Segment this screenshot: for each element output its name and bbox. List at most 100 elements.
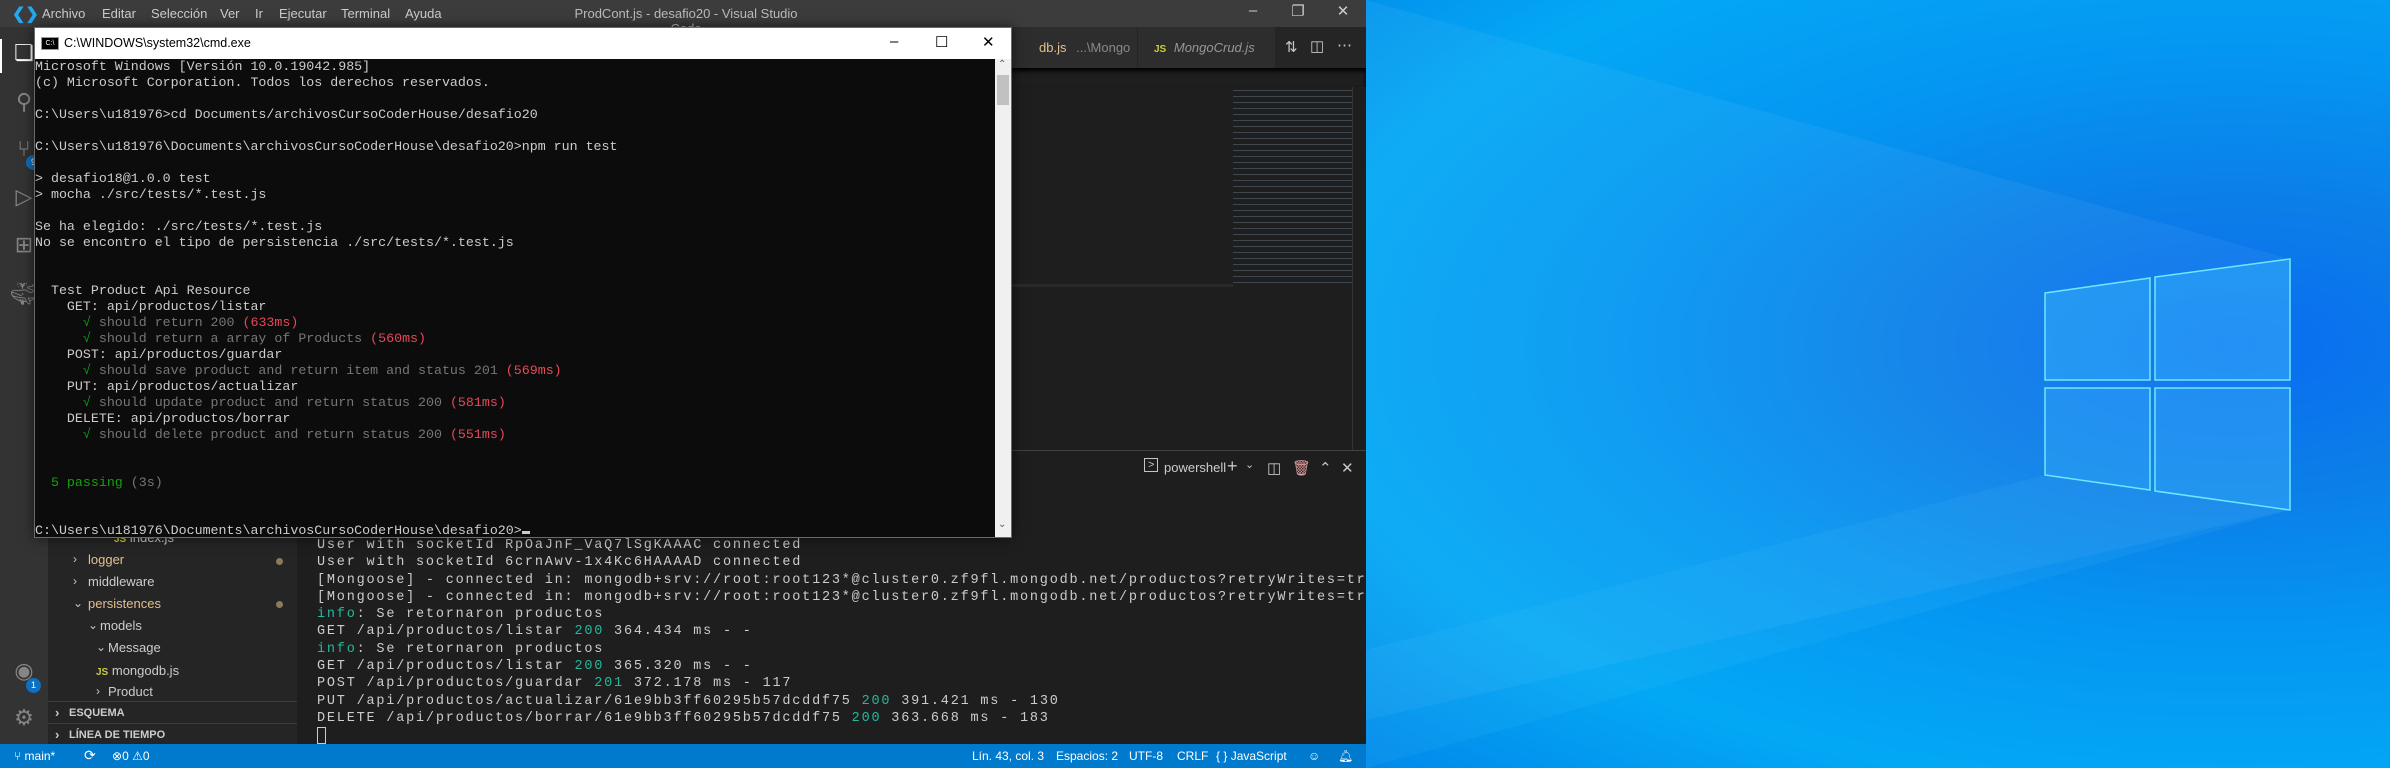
terminal-text: : Se retornaron productos [356,607,605,623]
trash-icon[interactable]: 🗑︎ [1292,459,1311,477]
terminal-text: 200 [574,624,605,640]
encoding[interactable]: UTF-8 [1129,749,1163,763]
terminal-output[interactable]: User with socketId RpOaJnF_VaQ7lSgKAAAC … [317,537,1366,746]
language-mode[interactable]: { } JavaScript [1216,749,1287,763]
cmd-scroll-thumb[interactable] [997,75,1009,105]
branch-status[interactable]: ⑂ main* [14,749,55,763]
problems-status[interactable]: ⊗0 ⚠0 [112,749,150,763]
tab-path: ...\Mongo [1076,40,1131,55]
tree-item-label: Product [108,684,153,699]
section-esquema[interactable]: › ESQUEMA [48,701,297,724]
close-button[interactable]: ✕ [1328,2,1358,24]
cmd-line: √ should return 200 (633ms) [35,315,618,331]
compare-changes-icon[interactable]: ⇅ [1285,38,1298,56]
cmd-minimize-button[interactable]: – [890,33,898,50]
cmd-text: should return 200 [90,315,235,330]
cmd-line: ​ [35,443,618,459]
cmd-text: C:\Users\u181976>cd Documents/archivosCu… [35,107,538,122]
feedback-icon[interactable]: ☺ [1308,749,1320,763]
cmd-line: PUT: api/productos/actualizar [35,379,618,395]
modified-dot [276,558,283,565]
notifications-bell-icon[interactable]: 🔔︎ [1338,749,1353,763]
cmd-close-button[interactable]: ✕ [982,33,995,51]
cmd-line: > mocha ./src/tests/*.test.js [35,187,618,203]
terminal-line: User with socketId 6crnAwv-1x4Kc6HAAAAD … [317,554,1366,571]
cmd-line: > desafio18@1.0.0 test [35,171,618,187]
chevron-right-icon: › [55,705,60,720]
cmd-text: C:\Users\u181976\Documents\archivosCurso… [35,523,522,537]
tree-folder-product[interactable]: › Product [96,684,153,699]
terminal-text: 201 [594,676,624,692]
menu-terminal[interactable]: Terminal [341,6,390,21]
tree-item-label: models [100,618,142,633]
cmd-line: ​ [35,203,618,219]
tree-folder-models[interactable]: ⌄ models [88,618,142,633]
terminal-shell-selector[interactable]: powershell [1164,460,1226,475]
cmd-title-bar[interactable]: C:\ C:\WINDOWS\system32\cmd.exe – ☐ ✕ [35,28,1011,59]
maximize-button[interactable]: ❐ [1283,2,1313,24]
terminal-line: GET /api/productos/listar 200 365.320 ms… [317,658,1366,675]
scroll-up-arrow-icon[interactable]: ⌃ [998,59,1006,70]
tree-folder-logger[interactable]: › logger [73,552,124,567]
cmd-text: √ [35,331,91,346]
cmd-console[interactable]: Microsoft Windows [Versión 10.0.19042.98… [35,59,995,537]
cmd-text: should update product and return status … [90,395,442,410]
chevron-down-icon: ⌄ [73,596,84,610]
cmd-window: C:\ C:\WINDOWS\system32\cmd.exe – ☐ ✕ Mi… [34,27,1012,538]
section-linea-de-tiempo[interactable]: › LÍNEA DE TIEMPO [48,723,297,746]
cmd-scrollbar[interactable]: ⌃ ⌄ [995,59,1011,537]
indentation[interactable]: Espacios: 2 [1056,749,1118,763]
terminal-prompt-line [317,727,1366,745]
terminal-cursor [317,727,326,745]
menu-ayuda[interactable]: Ayuda [405,6,442,21]
account-badge: 1 [26,678,41,693]
sync-icon[interactable]: ⟳ [84,747,96,764]
terminal-text: POST /api/productos/guardar [317,676,595,692]
tree-folder-persistences[interactable]: ⌄ persistences [73,596,161,611]
terminal-text: [Mongoose] - connected in: mongodb+srv:/… [317,572,1366,588]
minimize-button[interactable]: – [1238,2,1268,24]
cmd-text: (551ms) [441,427,506,442]
chevron-right-icon: › [55,727,60,742]
cmd-line: ​ [35,459,618,475]
chevron-down-icon: ⌄ [88,618,99,632]
terminal-text: GET /api/productos/listar [317,659,575,675]
cmd-line: √ should return a array of Products (560… [35,331,618,347]
minimap[interactable] [1233,87,1352,285]
menu-ver[interactable]: Ver [220,6,240,21]
scroll-down-arrow-icon[interactable]: ⌄ [998,519,1006,530]
cmd-text: > mocha ./src/tests/*.test.js [35,187,267,202]
end-of-line[interactable]: CRLF [1177,749,1208,763]
cmd-output: Microsoft Windows [Versión 10.0.19042.98… [35,59,618,537]
menu-seleccion[interactable]: Selección [151,6,207,21]
cmd-line: ​ [35,91,618,107]
tree-item-label: Message [108,640,161,655]
close-panel-icon[interactable]: ✕ [1341,459,1354,477]
maximize-panel-icon[interactable]: ⌃ [1319,459,1332,477]
tab-mongocrud-js[interactable]: JS MongoCrud.js [1138,27,1276,68]
warning-icon: ⚠ [132,749,143,763]
split-editor-icon[interactable]: ◫ [1310,37,1324,55]
editor-scrollbar[interactable] [1352,87,1366,450]
menu-archivo[interactable]: Archivo [42,6,85,21]
new-terminal-icon[interactable]: + [1227,456,1238,477]
more-actions-icon[interactable]: ⋯ [1337,36,1352,54]
menu-ejecutar[interactable]: Ejecutar [279,6,327,21]
cmd-maximize-button[interactable]: ☐ [935,33,948,51]
settings-gear-icon[interactable]: ⚙ [10,704,38,732]
tree-item-mongodb-js[interactable]: JS mongodb.js [96,663,179,678]
split-terminal-icon[interactable]: ◫ [1267,459,1281,477]
cursor-position[interactable]: Lín. 43, col. 3 [972,749,1044,763]
tree-folder-middleware[interactable]: › middleware [73,574,154,589]
chevron-down-icon[interactable]: ⌄ [1245,458,1254,471]
tree-folder-message[interactable]: ⌄ Message [96,640,161,655]
cmd-text: C:\Users\u181976\Documents\archivosCurso… [35,139,618,154]
terminal-text: 391.421 ms - 130 [891,693,1060,709]
menu-ir[interactable]: Ir [255,6,263,21]
cmd-text: (c) Microsoft Corporation. Todos los der… [35,75,490,90]
terminal-text: 363.668 ms - 183 [881,710,1050,726]
chevron-right-icon: › [73,574,77,588]
terminal-text: : Se retornaron productos [356,641,605,657]
cmd-text: √ [35,395,91,410]
menu-editar[interactable]: Editar [102,6,136,21]
